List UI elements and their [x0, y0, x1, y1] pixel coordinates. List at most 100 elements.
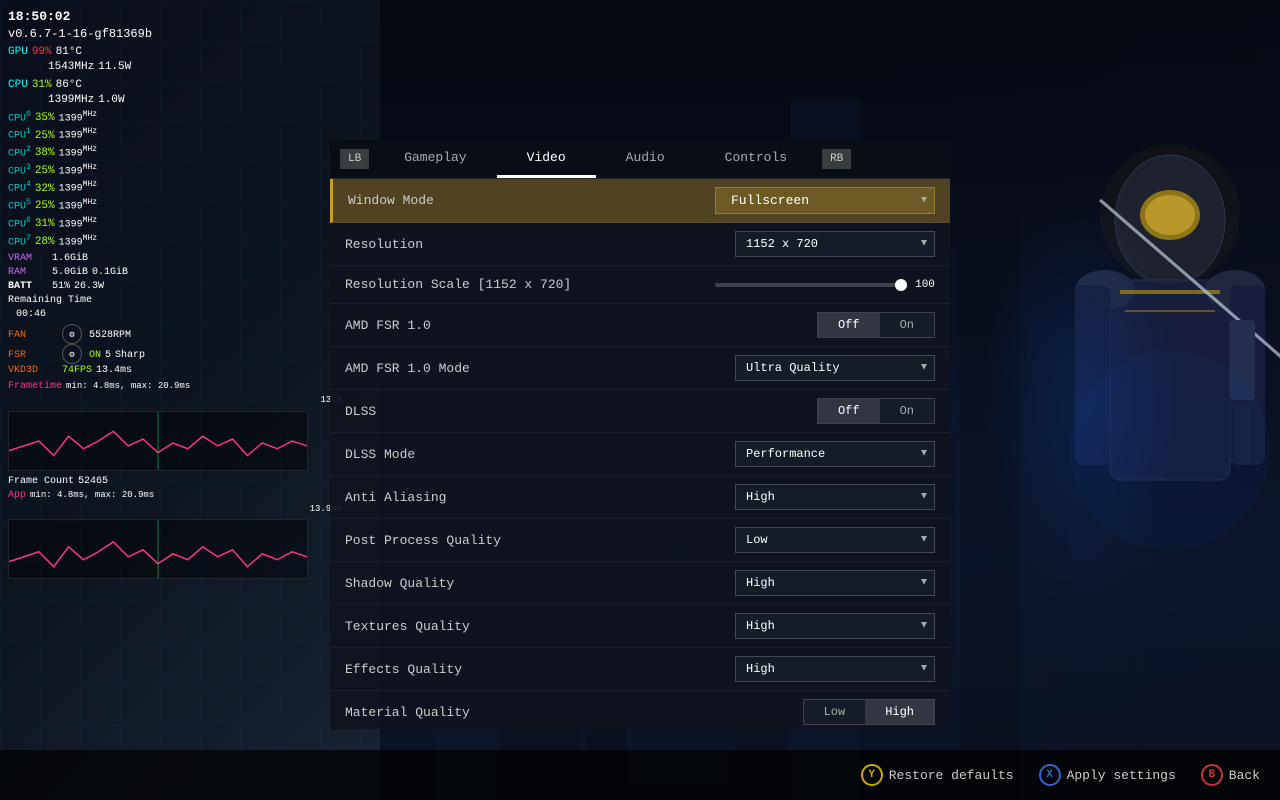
setting-resolution: Resolution 1152 x 720 1920 x 1080 1280 x…: [330, 223, 950, 266]
post-process-select[interactable]: Low Medium High Epic: [735, 527, 935, 553]
shadow-quality-select[interactable]: High Medium Low: [735, 570, 935, 596]
restore-defaults-button[interactable]: Y Restore defaults: [861, 764, 1014, 786]
core-2-usage: 38%: [35, 146, 55, 161]
remaining-label: Remaining Time: [8, 294, 92, 308]
apply-settings-button[interactable]: X Apply settings: [1039, 764, 1176, 786]
batt-time-row: Remaining Time: [8, 294, 342, 308]
setting-amd-fsr-mode-control: Ultra Quality Quality Balanced Performan…: [525, 355, 935, 381]
vkd3d-label: VKD3D: [8, 364, 58, 378]
effects-quality-dropdown-wrapper[interactable]: High Medium Low: [735, 656, 935, 682]
ram-swap: 0.1GiB: [92, 266, 128, 280]
core-6-label: CPU6: [8, 215, 31, 232]
fsr-icon: ⚙: [62, 344, 82, 364]
setting-effects-quality-label: Effects Quality: [345, 662, 525, 677]
anti-aliasing-dropdown-wrapper[interactable]: High Medium Low Off: [735, 484, 935, 510]
settings-content: Window Mode Fullscreen Windowed Borderle…: [330, 179, 950, 729]
gpu-usage: 99%: [32, 45, 52, 60]
shadow-quality-dropdown-wrapper[interactable]: High Medium Low: [735, 570, 935, 596]
fsr-mode-dropdown-wrapper[interactable]: Ultra Quality Quality Balanced Performan…: [735, 355, 935, 381]
vram-value: 1.6GiB: [52, 252, 88, 266]
setting-textures-quality: Textures Quality High Medium Low: [330, 605, 950, 648]
core-0-usage: 35%: [35, 111, 55, 126]
core-6-clock: 1399MHz: [59, 215, 97, 232]
core-4-row: CPU4 32% 1399MHz: [8, 179, 342, 197]
frametime-label-row: Frametime min: 4.8ms, max: 20.9ms: [8, 380, 342, 394]
ram-row: RAM 5.0GiB 0.1GiB: [8, 266, 342, 280]
cpu-clock-row: 1399MHz 1.0W: [8, 93, 342, 108]
tab-gameplay[interactable]: Gameplay: [374, 140, 496, 178]
dlss-on-btn[interactable]: On: [880, 399, 934, 423]
gpu-label: GPU: [8, 45, 28, 60]
setting-amd-fsr: AMD FSR 1.0 Off On: [330, 304, 950, 347]
cpu-label: CPU: [8, 78, 28, 93]
setting-amd-fsr-mode: AMD FSR 1.0 Mode Ultra Quality Quality B…: [330, 347, 950, 390]
hud-overlay: 18:50:02 v0.6.7-1-16-gf81369b GPU 99% 81…: [0, 0, 350, 800]
tab-controls[interactable]: Controls: [695, 140, 817, 178]
dlss-off-btn[interactable]: Off: [818, 399, 880, 423]
batt-time: 00:46: [16, 308, 46, 322]
gpu-clock: 1543MHz: [48, 60, 94, 75]
core-5-usage: 25%: [35, 199, 55, 214]
bottom-bar: Y Restore defaults X Apply settings B Ba…: [0, 750, 1280, 800]
hud-version: v0.6.7-1-16-gf81369b: [8, 26, 342, 43]
gpu-row: GPU 99% 81°C: [8, 45, 342, 60]
core-6-usage: 31%: [35, 217, 55, 232]
post-process-dropdown-wrapper[interactable]: Low Medium High Epic: [735, 527, 935, 553]
gpu-power: 11.5W: [98, 60, 131, 75]
restore-defaults-label: Restore defaults: [889, 768, 1014, 783]
app-graph: [8, 519, 308, 579]
core-2-clock: 1399MHz: [59, 144, 97, 161]
resolution-dropdown-wrapper[interactable]: 1152 x 720 1920 x 1080 1280 x 720: [735, 231, 935, 257]
setting-effects-quality: Effects Quality High Medium Low: [330, 648, 950, 691]
setting-shadow-quality-control: High Medium Low: [525, 570, 935, 596]
setting-resolution-control: 1152 x 720 1920 x 1080 1280 x 720: [525, 231, 935, 257]
batt-power: 26.3W: [74, 280, 104, 294]
core-3-row: CPU3 25% 1399MHz: [8, 162, 342, 180]
resolution-scale-slider[interactable]: [715, 283, 907, 287]
fan-row: FAN ⚙ 5528RPM: [8, 324, 342, 344]
anti-aliasing-select[interactable]: High Medium Low Off: [735, 484, 935, 510]
setting-amd-fsr-mode-label: AMD FSR 1.0 Mode: [345, 361, 525, 376]
setting-amd-fsr-control: Off On: [525, 312, 935, 338]
x-button-icon: X: [1039, 764, 1061, 786]
y-button-icon: Y: [861, 764, 883, 786]
setting-material-quality-label: Material Quality: [345, 705, 525, 720]
setting-window-mode-control: Fullscreen Windowed Borderless: [528, 187, 935, 214]
setting-resolution-scale: Resolution Scale [1152 x 720] 100: [330, 266, 950, 304]
cpu-temp: 86°C: [56, 78, 82, 93]
vram-label: VRAM: [8, 252, 48, 266]
setting-dlss-label: DLSS: [345, 404, 525, 419]
setting-post-process-control: Low Medium High Epic: [525, 527, 935, 553]
setting-dlss: DLSS Off On: [330, 390, 950, 433]
batt-countdown-row: 00:46: [8, 308, 342, 322]
tab-audio[interactable]: Audio: [596, 140, 695, 178]
vkd3d-row: VKD3D 74FPS 13.4ms: [8, 364, 342, 378]
dlss-mode-dropdown-wrapper[interactable]: Performance Quality Balanced Ultra Perfo…: [735, 441, 935, 467]
back-button[interactable]: B Back: [1201, 764, 1260, 786]
textures-quality-dropdown-wrapper[interactable]: High Medium Low: [735, 613, 935, 639]
material-high-btn[interactable]: High: [865, 700, 934, 724]
textures-quality-select[interactable]: High Medium Low: [735, 613, 935, 639]
resolution-select[interactable]: 1152 x 720 1920 x 1080 1280 x 720: [735, 231, 935, 257]
core-4-label: CPU4: [8, 179, 31, 196]
tab-video[interactable]: Video: [497, 140, 596, 178]
b-button-icon: B: [1201, 764, 1223, 786]
window-mode-select[interactable]: Fullscreen Windowed Borderless: [715, 187, 935, 214]
fsr-mode-select[interactable]: Ultra Quality Quality Balanced Performan…: [735, 355, 935, 381]
material-low-btn[interactable]: Low: [804, 700, 866, 724]
window-mode-dropdown-wrapper[interactable]: Fullscreen Windowed Borderless: [715, 187, 935, 214]
settings-panel: LB Gameplay Video Audio Controls RB Wind…: [330, 140, 950, 729]
core-1-clock: 1399MHz: [59, 126, 97, 143]
core-1-usage: 25%: [35, 129, 55, 144]
frame-count-value: 52465: [78, 475, 108, 489]
core-5-row: CPU5 25% 1399MHz: [8, 197, 342, 215]
dlss-mode-select[interactable]: Performance Quality Balanced Ultra Perfo…: [735, 441, 935, 467]
setting-shadow-quality-label: Shadow Quality: [345, 576, 525, 591]
fsr-on-btn[interactable]: On: [880, 313, 934, 337]
setting-post-process: Post Process Quality Low Medium High Epi…: [330, 519, 950, 562]
core-3-clock: 1399MHz: [59, 162, 97, 179]
effects-quality-select[interactable]: High Medium Low: [735, 656, 935, 682]
app-label-row: App min: 4.8ms, max: 20.9ms: [8, 489, 342, 503]
fsr-row: FSR ⚙ ON 5 Sharp: [8, 344, 342, 364]
fsr-off-btn[interactable]: Off: [818, 313, 880, 337]
